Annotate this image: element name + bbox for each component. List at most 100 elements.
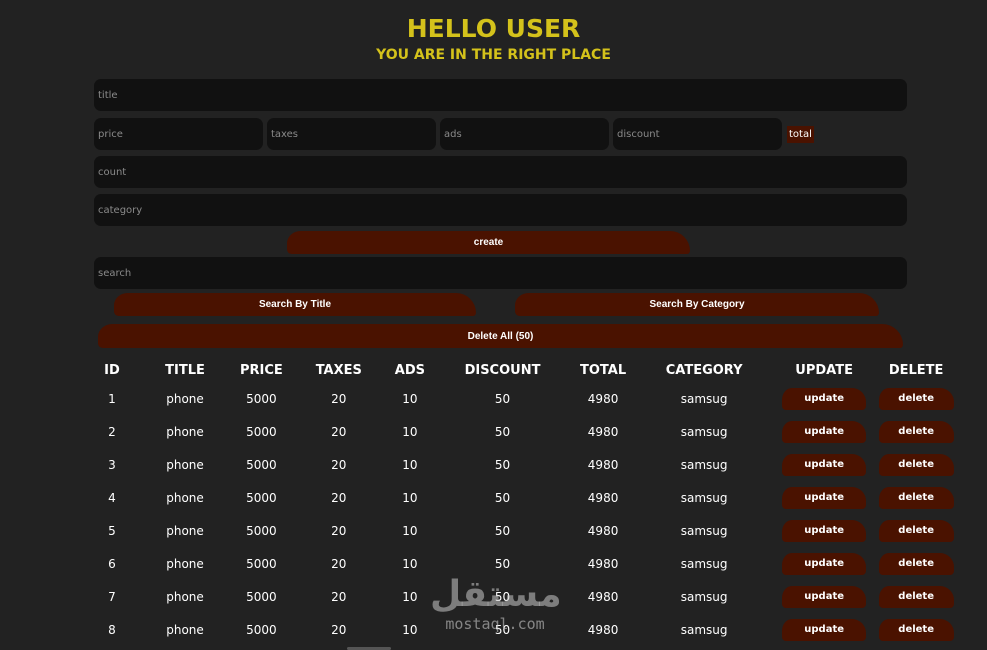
header-ads: ADS [394,362,426,378]
title-input[interactable] [94,79,907,111]
cell-update: update [782,415,867,448]
page-title: HELLO USER [406,14,581,43]
cell-id: 4 [108,490,116,505]
search-by-title-button[interactable]: Search By Title [114,293,476,316]
update-button[interactable]: update [782,618,867,641]
cell-id: 1 [108,391,116,406]
table-row: 8 phone 5000 20 10 50 4980 samsug update… [94,613,966,646]
cell-title: phone [166,424,204,439]
update-button[interactable]: update [782,585,867,608]
table-row: 7 phone 5000 20 10 50 4980 samsug update… [94,580,966,613]
cell-delete: delete [866,547,966,580]
header-taxes: TAXES [315,362,362,378]
update-button[interactable]: update [782,519,867,542]
taxes-input[interactable] [267,118,436,150]
cell-price: 5000 [246,556,277,571]
cell-category: samsug [680,391,728,406]
update-button[interactable]: update [782,453,867,476]
cell-delete: delete [866,448,966,481]
cell-price: 5000 [246,424,277,439]
table-row: 4 phone 5000 20 10 50 4980 samsug update… [94,481,966,514]
delete-button[interactable]: delete [878,519,954,542]
category-input[interactable] [94,194,907,226]
delete-all-button[interactable]: Delete All (50) [98,324,903,348]
cell-ads: 10 [402,424,418,439]
cell-update: update [782,547,867,580]
cell-total: 4980 [587,391,619,406]
cell-category: samsug [680,589,728,604]
cell-update: update [782,613,867,646]
cell-ads: 10 [402,490,418,505]
search-by-category-button[interactable]: Search By Category [515,293,879,316]
cell-price: 5000 [246,589,277,604]
create-button[interactable]: create [287,231,690,254]
update-button[interactable]: update [782,420,867,443]
cell-discount: 50 [494,523,511,538]
cell-total: 4980 [587,556,619,571]
delete-button[interactable]: delete [878,585,954,608]
cell-price: 5000 [246,457,277,472]
cell-id: 3 [108,457,116,472]
header-id: ID [104,362,120,378]
cell-category: samsug [680,490,728,505]
price-row: total [94,118,907,150]
cell-price: 5000 [246,391,277,406]
table-row: 1 phone 5000 20 10 50 4980 samsug update… [94,382,966,415]
cell-taxes: 20 [331,490,347,505]
search-input[interactable] [94,257,907,289]
delete-button[interactable]: delete [878,387,954,410]
cell-ads: 10 [402,391,418,406]
header-delete: DELETE [888,362,944,378]
cell-update: update [782,448,867,481]
cell-taxes: 20 [331,589,347,604]
cell-price: 5000 [246,490,277,505]
cell-ads: 10 [402,523,418,538]
cell-title: phone [166,457,204,472]
delete-button[interactable]: delete [878,486,954,509]
count-input[interactable] [94,156,907,188]
cell-delete: delete [866,481,966,514]
ads-input[interactable] [440,118,609,150]
cell-delete: delete [866,514,966,547]
cell-total: 4980 [587,457,619,472]
cell-ads: 10 [402,457,418,472]
header-price: PRICE [240,362,283,378]
cell-price: 5000 [246,622,277,637]
cell-ads: 10 [402,622,418,637]
header-title: TITLE [165,362,205,378]
cell-id: 6 [108,556,116,571]
page-header: HELLO USER YOU ARE IN THE RIGHT PLACE [0,0,987,65]
delete-button[interactable]: delete [878,618,954,641]
cell-delete: delete [866,415,966,448]
cell-category: samsug [680,622,728,637]
page-subtitle: YOU ARE IN THE RIGHT PLACE [376,47,611,63]
delete-button[interactable]: delete [878,420,954,443]
cell-category: samsug [680,424,728,439]
delete-button[interactable]: delete [878,552,954,575]
cell-total: 4980 [587,622,619,637]
cell-update: update [782,481,867,514]
cell-taxes: 20 [331,622,347,637]
table-header-row: ID TITLE PRICE TAXES ADS DISCOUNT TOTAL … [94,358,966,382]
update-button[interactable]: update [782,552,867,575]
cell-title: phone [166,490,204,505]
total-badge: total [787,125,814,143]
cell-title: phone [166,556,204,571]
delete-button[interactable]: delete [878,453,954,476]
cell-total: 4980 [587,490,619,505]
cell-taxes: 20 [331,556,347,571]
update-button[interactable]: update [782,486,867,509]
header-update: UPDATE [795,362,853,378]
cell-discount: 50 [494,457,511,472]
discount-input[interactable] [613,118,782,150]
price-input[interactable] [94,118,263,150]
cell-discount: 50 [494,391,511,406]
cell-ads: 10 [402,589,418,604]
cell-category: samsug [680,523,728,538]
header-category: CATEGORY [665,362,743,378]
table-row: 2 phone 5000 20 10 50 4980 samsug update… [94,415,966,448]
cell-total: 4980 [587,589,619,604]
cell-discount: 50 [494,490,511,505]
cell-price: 5000 [246,523,277,538]
update-button[interactable]: update [782,387,867,410]
